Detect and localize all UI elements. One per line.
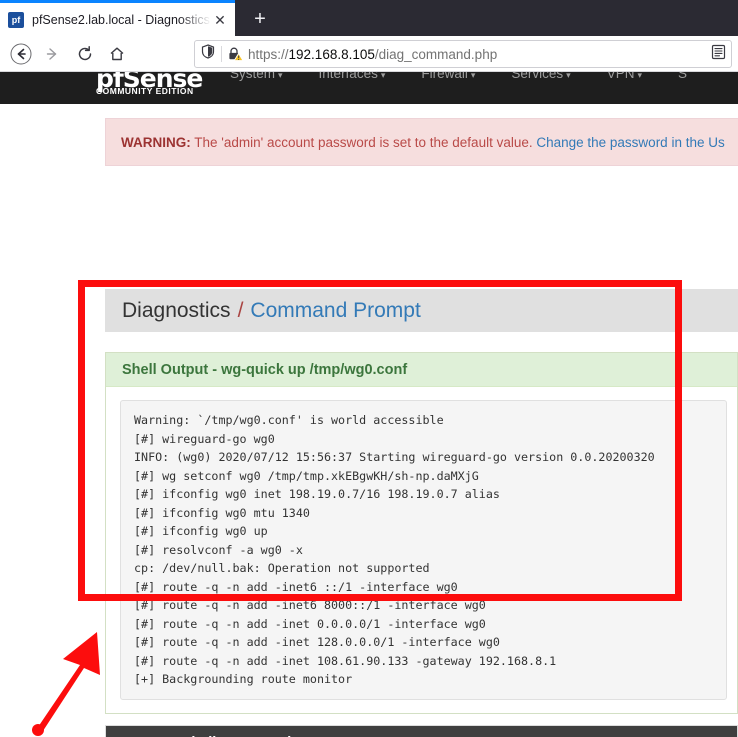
url-text[interactable]: https://192.168.8.105/diag_command.php	[248, 47, 705, 62]
menu-item-interfaces-label: Interfaces	[319, 72, 378, 81]
url-scheme: https://	[248, 47, 289, 62]
url-host: 192.168.8.105	[289, 47, 375, 62]
shell-output-panel-title: Shell Output - wg-quick up /tmp/wg0.conf	[106, 353, 737, 387]
reader-view-icon[interactable]	[705, 44, 731, 65]
chevron-down-icon: ▾	[471, 72, 476, 80]
menu-item-services-label: Services	[511, 72, 563, 81]
pfsense-logo-subtitle: COMMUNITY EDITION	[96, 86, 194, 96]
red-pointer-arrow	[0, 588, 150, 737]
reload-icon[interactable]	[70, 39, 100, 69]
home-icon[interactable]	[102, 39, 132, 69]
close-icon[interactable]: ✕	[211, 13, 229, 27]
page-title: Command Prompt	[250, 299, 420, 323]
tab-title: pfSense2.lab.local - Diagnostics	[32, 13, 211, 27]
new-tab-button[interactable]: +	[248, 8, 272, 32]
breadcrumb-section: Diagnostics	[122, 299, 231, 323]
pfsense-favicon-icon: pf	[8, 12, 24, 28]
shield-icon[interactable]	[195, 44, 221, 64]
chevron-down-icon: ▾	[637, 72, 642, 80]
warning-text: The 'admin' account password is set to t…	[191, 135, 537, 150]
menu-item-firewall[interactable]: Firewall▾	[421, 72, 497, 81]
menu-item-vpn-label: VPN	[607, 72, 635, 81]
menu-item-services[interactable]: Services▾	[511, 72, 592, 81]
browser-tab[interactable]: pf pfSense2.lab.local - Diagnostics ✕	[0, 3, 235, 36]
menu-item-interfaces[interactable]: Interfaces▾	[319, 72, 408, 81]
warning-link[interactable]: Change the password in the Us	[536, 135, 724, 150]
menu-item-system[interactable]: System▾	[230, 72, 305, 81]
pfsense-navbar: pfSense COMMUNITY EDITION System▾ Interf…	[0, 72, 738, 104]
address-bar[interactable]: https://192.168.8.105/diag_command.php	[194, 40, 732, 68]
menu-item-vpn[interactable]: VPN▾	[607, 72, 664, 81]
pfsense-main-menu: System▾ Interfaces▾ Firewall▾ Services▾ …	[230, 72, 723, 81]
admin-password-warning: WARNING: The 'admin' account password is…	[105, 118, 738, 166]
forward-arrow-icon[interactable]	[38, 39, 68, 69]
execute-panel-title: Execute Shell Command	[106, 726, 737, 737]
menu-item-status[interactable]: S	[678, 72, 709, 81]
shell-output-panel: Shell Output - wg-quick up /tmp/wg0.conf…	[105, 352, 738, 714]
warning-prefix: WARNING:	[121, 135, 191, 150]
browser-tabstrip: pf pfSense2.lab.local - Diagnostics ✕ +	[0, 0, 738, 36]
shell-output-text: Warning: `/tmp/wg0.conf' is world access…	[120, 400, 727, 700]
shell-output-panel-body: Warning: `/tmp/wg0.conf' is world access…	[106, 387, 737, 713]
breadcrumb: Diagnostics / Command Prompt	[105, 289, 738, 332]
chevron-down-icon: ▾	[278, 72, 283, 80]
chevron-down-icon: ▾	[566, 72, 571, 80]
menu-item-firewall-label: Firewall	[421, 72, 468, 81]
execute-shell-command-panel: Execute Shell Command « ⚡ Execute » ↻ Cl…	[105, 725, 738, 737]
url-path: /diag_command.php	[375, 47, 497, 62]
menu-item-system-label: System	[230, 72, 275, 81]
menu-item-status-label: S	[678, 72, 687, 81]
breadcrumb-separator: /	[238, 299, 244, 323]
lock-warning-icon[interactable]	[222, 46, 248, 62]
back-arrow-icon[interactable]	[6, 39, 36, 69]
chevron-down-icon: ▾	[381, 72, 386, 80]
